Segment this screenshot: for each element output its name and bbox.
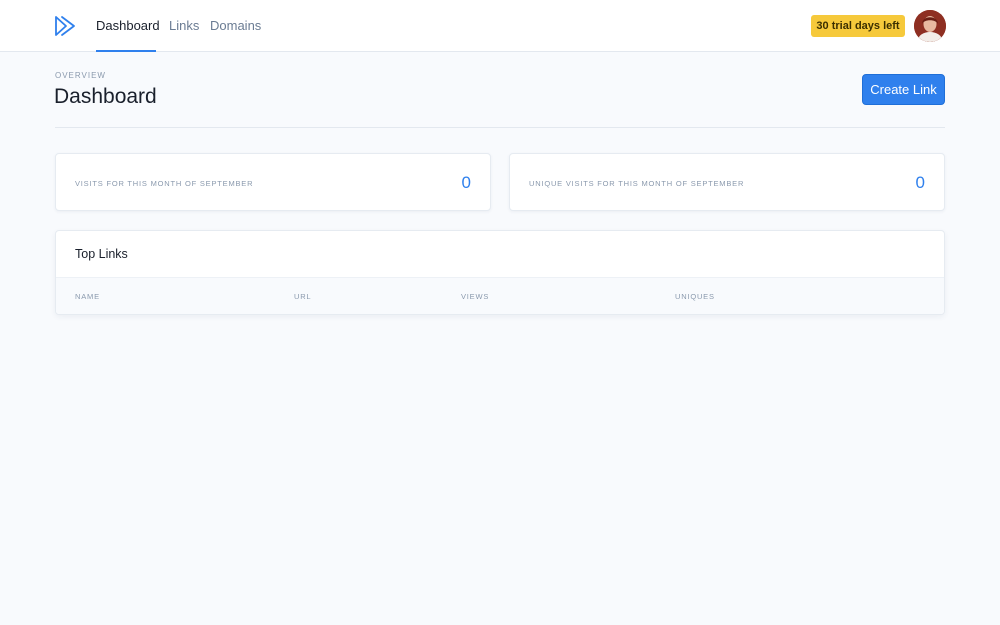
header-divider [55, 127, 945, 128]
stat-value-visits: 0 [461, 173, 471, 192]
stat-card-unique-visits: UNIQUE VISITS FOR THIS MONTH OF SEPTEMBE… [509, 153, 945, 211]
top-links-table-header: NAME URL VIEWS UNIQUES [56, 277, 944, 314]
page-title: Dashboard [54, 85, 157, 108]
top-links-title: Top Links [75, 247, 128, 261]
column-header-uniques: UNIQUES [675, 292, 715, 301]
column-header-views: VIEWS [461, 292, 490, 301]
page-overline: OVERVIEW [55, 71, 106, 80]
nav-item-domains[interactable]: Domains [210, 0, 261, 52]
stat-label-unique-visits: UNIQUE VISITS FOR THIS MONTH OF SEPTEMBE… [529, 179, 745, 188]
user-avatar-icon[interactable] [914, 10, 946, 42]
top-links-card: Top Links NAME URL VIEWS UNIQUES [55, 230, 945, 315]
stat-card-visits: VISITS FOR THIS MONTH OF SEPTEMBER 0 [55, 153, 491, 211]
column-header-url: URL [294, 292, 312, 301]
column-header-name: NAME [75, 292, 100, 301]
trial-days-badge[interactable]: 30 trial days left [811, 15, 905, 37]
top-navigation-bar: Dashboard Links Domains 30 trial days le… [0, 0, 1000, 52]
play-chevron-logo-icon[interactable] [54, 15, 78, 37]
nav-item-links[interactable]: Links [169, 0, 199, 52]
nav-item-dashboard[interactable]: Dashboard [96, 0, 160, 52]
stat-label-visits: VISITS FOR THIS MONTH OF SEPTEMBER [75, 179, 254, 188]
stat-value-unique-visits: 0 [915, 173, 925, 192]
create-link-button[interactable]: Create Link [862, 74, 945, 105]
